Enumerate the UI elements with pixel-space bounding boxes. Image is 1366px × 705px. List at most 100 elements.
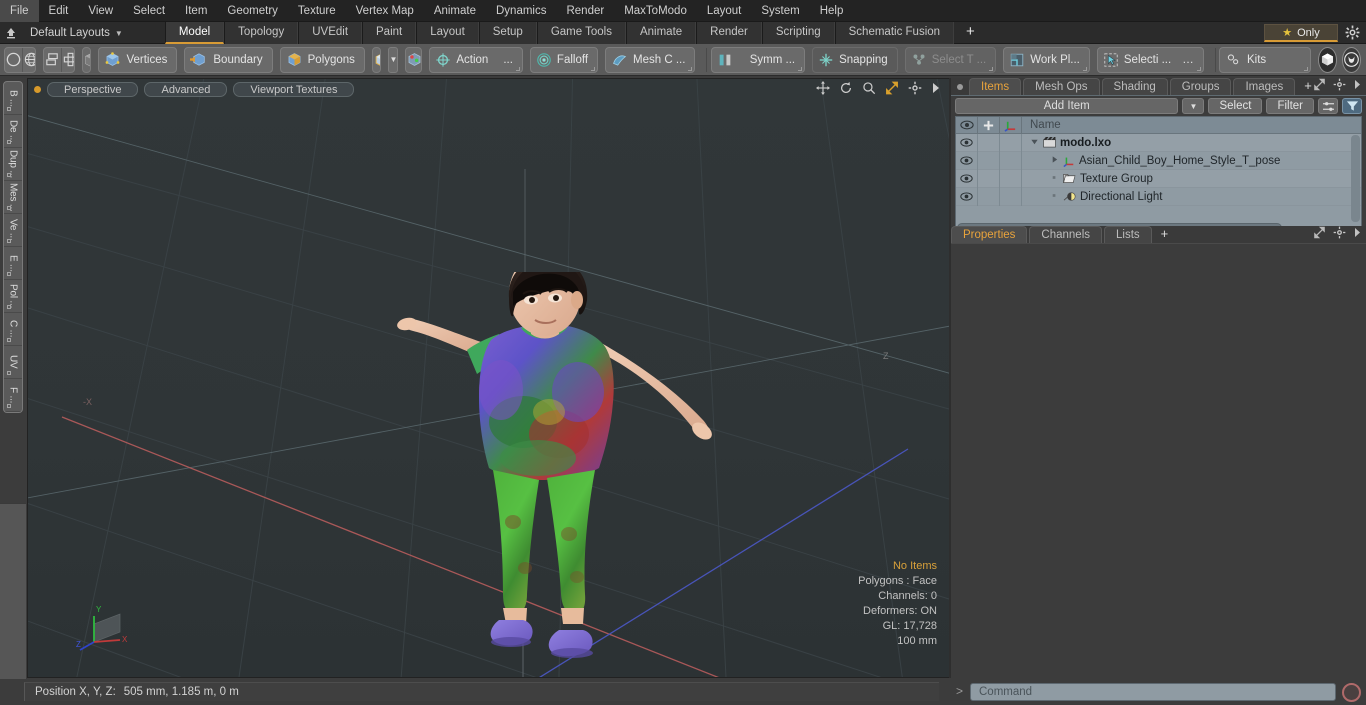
panel-tab-images[interactable]: Images [1233, 78, 1296, 95]
transform-cell[interactable] [1000, 169, 1022, 188]
left-tab-3[interactable]: Mes ... [4, 181, 22, 214]
modo-logo-icon[interactable] [1317, 46, 1337, 73]
menu-item-help[interactable]: Help [810, 0, 854, 22]
left-tab-1[interactable]: De ... [4, 115, 22, 148]
expand-icon[interactable] [1313, 226, 1326, 242]
tree-expander[interactable] [1050, 191, 1059, 203]
selection-mode-vertices[interactable]: Vertices [98, 46, 178, 73]
properties-tab-properties[interactable]: Properties [951, 226, 1028, 243]
chevron-down-icon[interactable]: ▼ [1182, 98, 1205, 114]
menu-item-vertex-map[interactable]: Vertex Map [346, 0, 424, 22]
layout-tab-layout[interactable]: Layout [416, 21, 479, 44]
falloff-button[interactable]: Falloff [529, 46, 599, 73]
layout-tab-setup[interactable]: Setup [478, 21, 537, 44]
tree-expander[interactable] [1050, 155, 1059, 167]
menu-item-edit[interactable]: Edit [39, 0, 79, 22]
left-tab-7[interactable]: C ... [4, 313, 22, 346]
cube-icon[interactable] [83, 48, 91, 72]
chevron-right-icon[interactable] [931, 82, 941, 97]
expand-icon[interactable] [1313, 78, 1326, 94]
lock-cell[interactable] [978, 151, 1000, 170]
selection-mode-boundary[interactable]: Boundary [184, 46, 273, 73]
menu-item-layout[interactable]: Layout [697, 0, 752, 22]
3d-viewport[interactable]: -X Z Perspective Advanced Viewport Textu… [27, 78, 950, 678]
select-through-button[interactable]: Select T ... [904, 46, 997, 73]
left-tab-9[interactable]: F ... [4, 379, 22, 412]
unreal-logo-icon[interactable] [1341, 46, 1361, 73]
layout-tab-game-tools[interactable]: Game Tools [536, 21, 626, 44]
viewport-tab-perspective[interactable]: Perspective [47, 81, 139, 97]
pivot-center-icon[interactable] [406, 48, 421, 72]
mesh-constraint-button[interactable]: Mesh C ... [605, 46, 696, 73]
filter-button[interactable]: Filter [1266, 98, 1314, 114]
eye-icon[interactable] [956, 133, 978, 152]
globe-icon[interactable] [23, 48, 35, 72]
gear-icon[interactable] [1333, 78, 1346, 94]
symmetry-button[interactable]: Symm ... [710, 46, 806, 73]
items-tree-row[interactable]: Asian_Child_Boy_Home_Style_T_pose [956, 151, 1361, 170]
eye-icon[interactable] [956, 151, 978, 170]
properties-tab-channels[interactable]: Channels [1029, 226, 1103, 243]
select-button[interactable]: Select [1208, 98, 1263, 114]
lock-cell[interactable] [978, 133, 1000, 152]
layout-tab-schematic-fusion[interactable]: Schematic Fusion [834, 21, 955, 44]
menu-item-texture[interactable]: Texture [288, 0, 346, 22]
menu-item-maxtomodo[interactable]: MaxToModo [614, 0, 697, 22]
eye-icon[interactable] [956, 187, 978, 206]
fit-icon[interactable] [885, 81, 899, 98]
layout-tab-animate[interactable]: Animate [625, 21, 697, 44]
layout-tab-uvedit[interactable]: UVEdit [298, 21, 363, 44]
layout-tab-topology[interactable]: Topology [224, 21, 299, 44]
move-icon[interactable] [816, 81, 830, 98]
center-icon[interactable] [62, 48, 74, 72]
left-tab-6[interactable]: Pol ... [4, 280, 22, 313]
chevron-right-icon[interactable] [1353, 79, 1362, 93]
viewport-tab-textures[interactable]: Viewport Textures [233, 81, 355, 97]
panel-tab-groups[interactable]: Groups [1169, 78, 1232, 95]
kits-button[interactable]: Kits [1218, 46, 1311, 73]
action-center-button[interactable]: Action ... [429, 46, 523, 73]
menu-item-system[interactable]: System [751, 0, 809, 22]
lock-cell[interactable] [978, 187, 1000, 206]
selection-mode-polygons[interactable]: Polygons [279, 46, 365, 73]
funnel-icon[interactable] [1342, 98, 1362, 114]
circle-icon[interactable] [5, 47, 23, 72]
left-tab-2[interactable]: Dup ... [4, 148, 22, 181]
only-toggle[interactable]: ★ Only [1264, 24, 1338, 42]
gear-icon[interactable] [1333, 226, 1346, 242]
stack-icon[interactable] [44, 47, 62, 72]
menu-item-animate[interactable]: Animate [424, 0, 486, 22]
default-layouts-menu[interactable]: Default Layouts ▼ [22, 27, 123, 39]
tree-expander[interactable] [1030, 137, 1039, 149]
tree-expander[interactable] [1050, 173, 1059, 185]
left-tab-4[interactable]: Ve ... [4, 214, 22, 247]
snapping-button[interactable]: Snapping [812, 46, 898, 73]
items-tree[interactable]: Name modo.lxo Asian_Child_Boy_Home_Style_… [955, 116, 1362, 235]
eye-icon[interactable] [956, 169, 978, 188]
menu-item-item[interactable]: Item [175, 0, 217, 22]
panel-tab-mesh-ops[interactable]: Mesh Ops [1023, 78, 1100, 95]
viewport-tab-advanced[interactable]: Advanced [144, 81, 228, 97]
add-layout-tab-button[interactable]: + [954, 22, 987, 44]
layout-tab-render[interactable]: Render [696, 21, 762, 44]
item-mode-dropdown[interactable]: ▼ [388, 46, 399, 73]
transform-cell[interactable] [1000, 187, 1022, 206]
selection-set-button[interactable]: Selecti ... … [1096, 46, 1204, 73]
gear-icon[interactable] [908, 81, 922, 98]
left-tab-0[interactable]: B ... [4, 82, 22, 115]
cube-item-icon[interactable] [373, 48, 381, 72]
left-tab-5[interactable]: E ... [4, 247, 22, 280]
workplane-button[interactable]: Work Pl... [1003, 46, 1090, 73]
layout-tab-model[interactable]: Model [164, 21, 225, 44]
items-tree-row[interactable]: Directional Light [956, 187, 1361, 206]
list-options-icon[interactable] [1318, 98, 1338, 114]
zoom-icon[interactable] [862, 81, 876, 98]
transform-cell[interactable] [1000, 133, 1022, 152]
home-icon[interactable] [0, 22, 22, 44]
add-item-button[interactable]: Add Item [955, 98, 1179, 114]
menu-item-view[interactable]: View [78, 0, 123, 22]
items-tree-row[interactable]: modo.lxo [956, 133, 1361, 152]
layout-tab-paint[interactable]: Paint [362, 21, 417, 44]
rotate-icon[interactable] [839, 81, 853, 98]
lock-cell[interactable] [978, 169, 1000, 188]
